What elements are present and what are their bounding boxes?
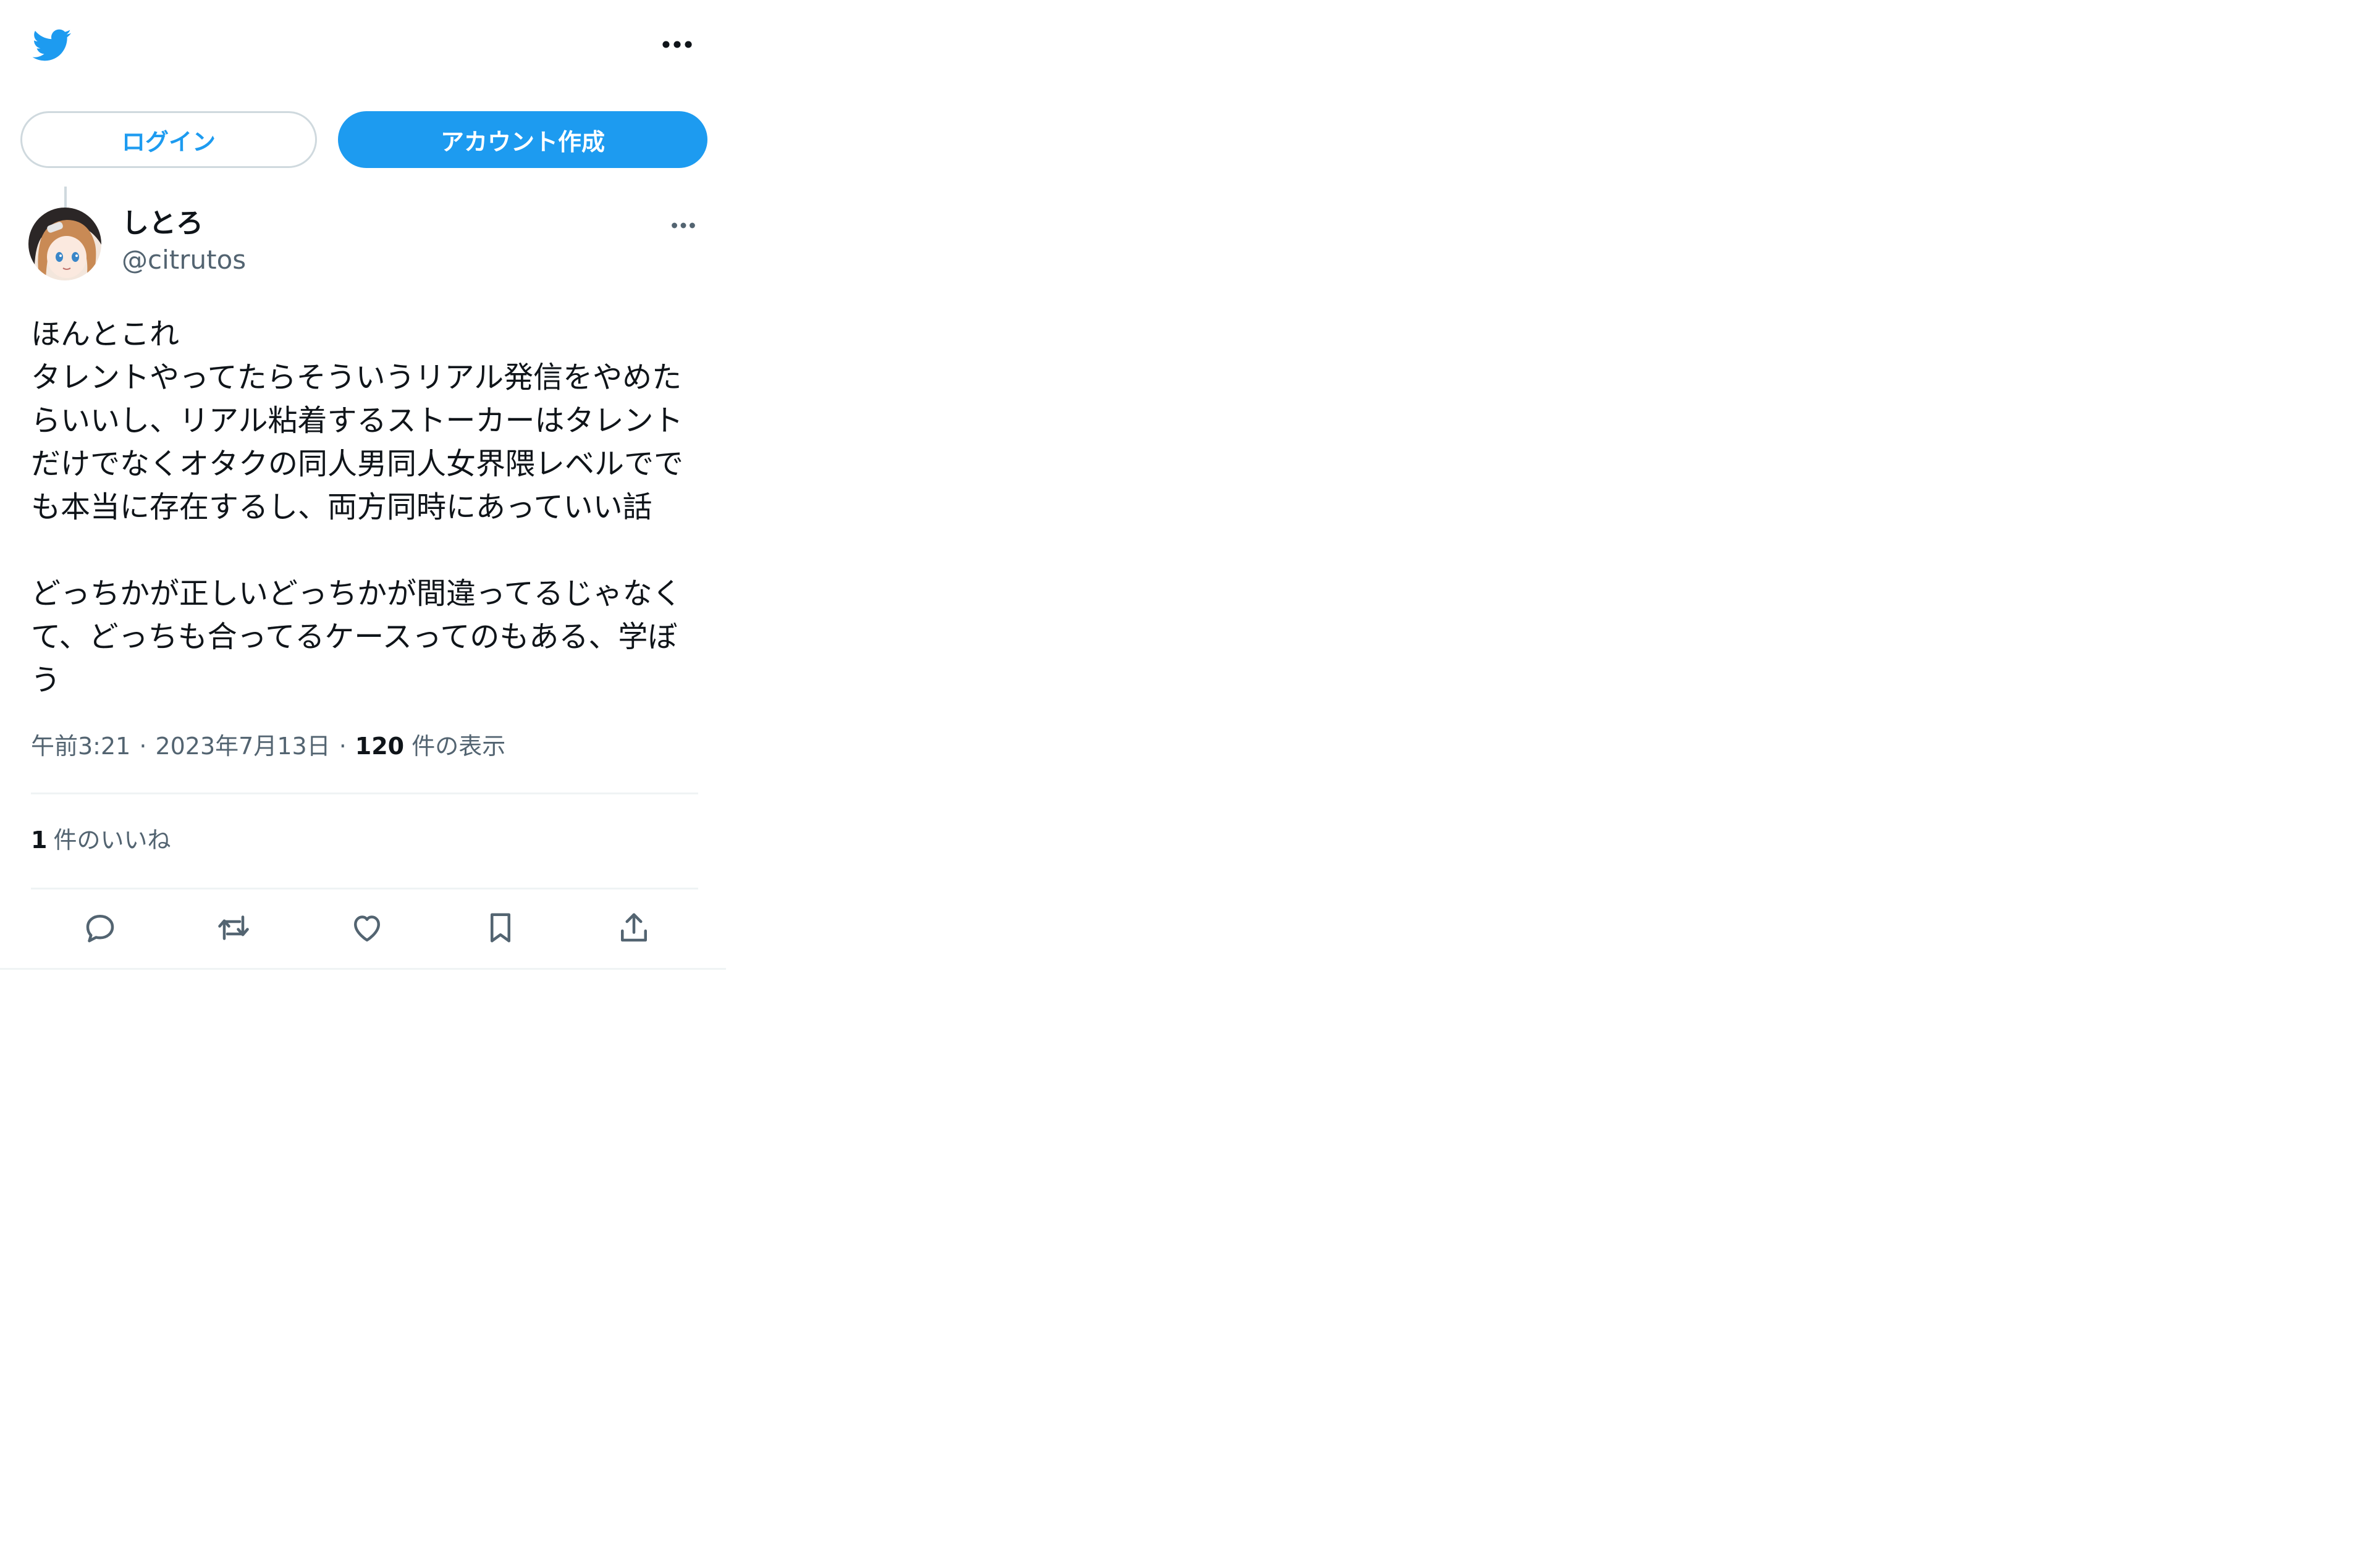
avatar[interactable] [28,208,101,280]
tweet-date[interactable]: 2023年7月13日 [155,733,330,760]
tweet-more-icon[interactable] [661,213,706,238]
tweet-time[interactable]: 午前3:21 [31,733,130,760]
likes-count: 1 [31,826,48,854]
tweet-actions [31,903,698,952]
page: ログイン アカウント作成 しとろ @citrutos ほんとこれ タレントやって… [0,0,2380,1564]
share-icon[interactable] [609,903,659,952]
author-display-name[interactable]: しとろ [122,206,203,241]
reply-icon[interactable] [75,903,125,952]
twitter-bird-icon[interactable] [28,25,74,65]
likes-label: 件のいいね [53,826,171,854]
more-dots-icon[interactable] [655,32,699,57]
top-bar [0,0,726,93]
tweet-column: ログイン アカウント作成 しとろ @citrutos ほんとこれ タレントやって… [0,0,726,970]
tweet-text: ほんとこれ タレントやってたらそういうリアル発信をやめたらいいし、リアル粘着する… [31,317,684,697]
likes-summary[interactable]: 1 件のいいね [31,823,171,857]
tweet-meta: 午前3:21 · 2023年7月13日 · 120 件の表示 [31,729,505,763]
divider [31,793,698,794]
author-handle[interactable]: @citrutos [122,243,246,277]
bookmark-icon[interactable] [476,903,525,952]
thread-line [64,187,67,208]
views-label: 件の表示 [411,733,506,760]
like-icon[interactable] [342,903,392,952]
auth-buttons: ログイン アカウント作成 [20,111,707,168]
divider [31,888,698,889]
signup-button[interactable]: アカウント作成 [338,111,707,168]
meta-separator: · [339,733,347,760]
retweet-icon[interactable] [209,903,258,952]
views-count: 120 [355,733,405,760]
meta-separator: · [139,733,147,760]
login-button[interactable]: ログイン [20,111,317,168]
